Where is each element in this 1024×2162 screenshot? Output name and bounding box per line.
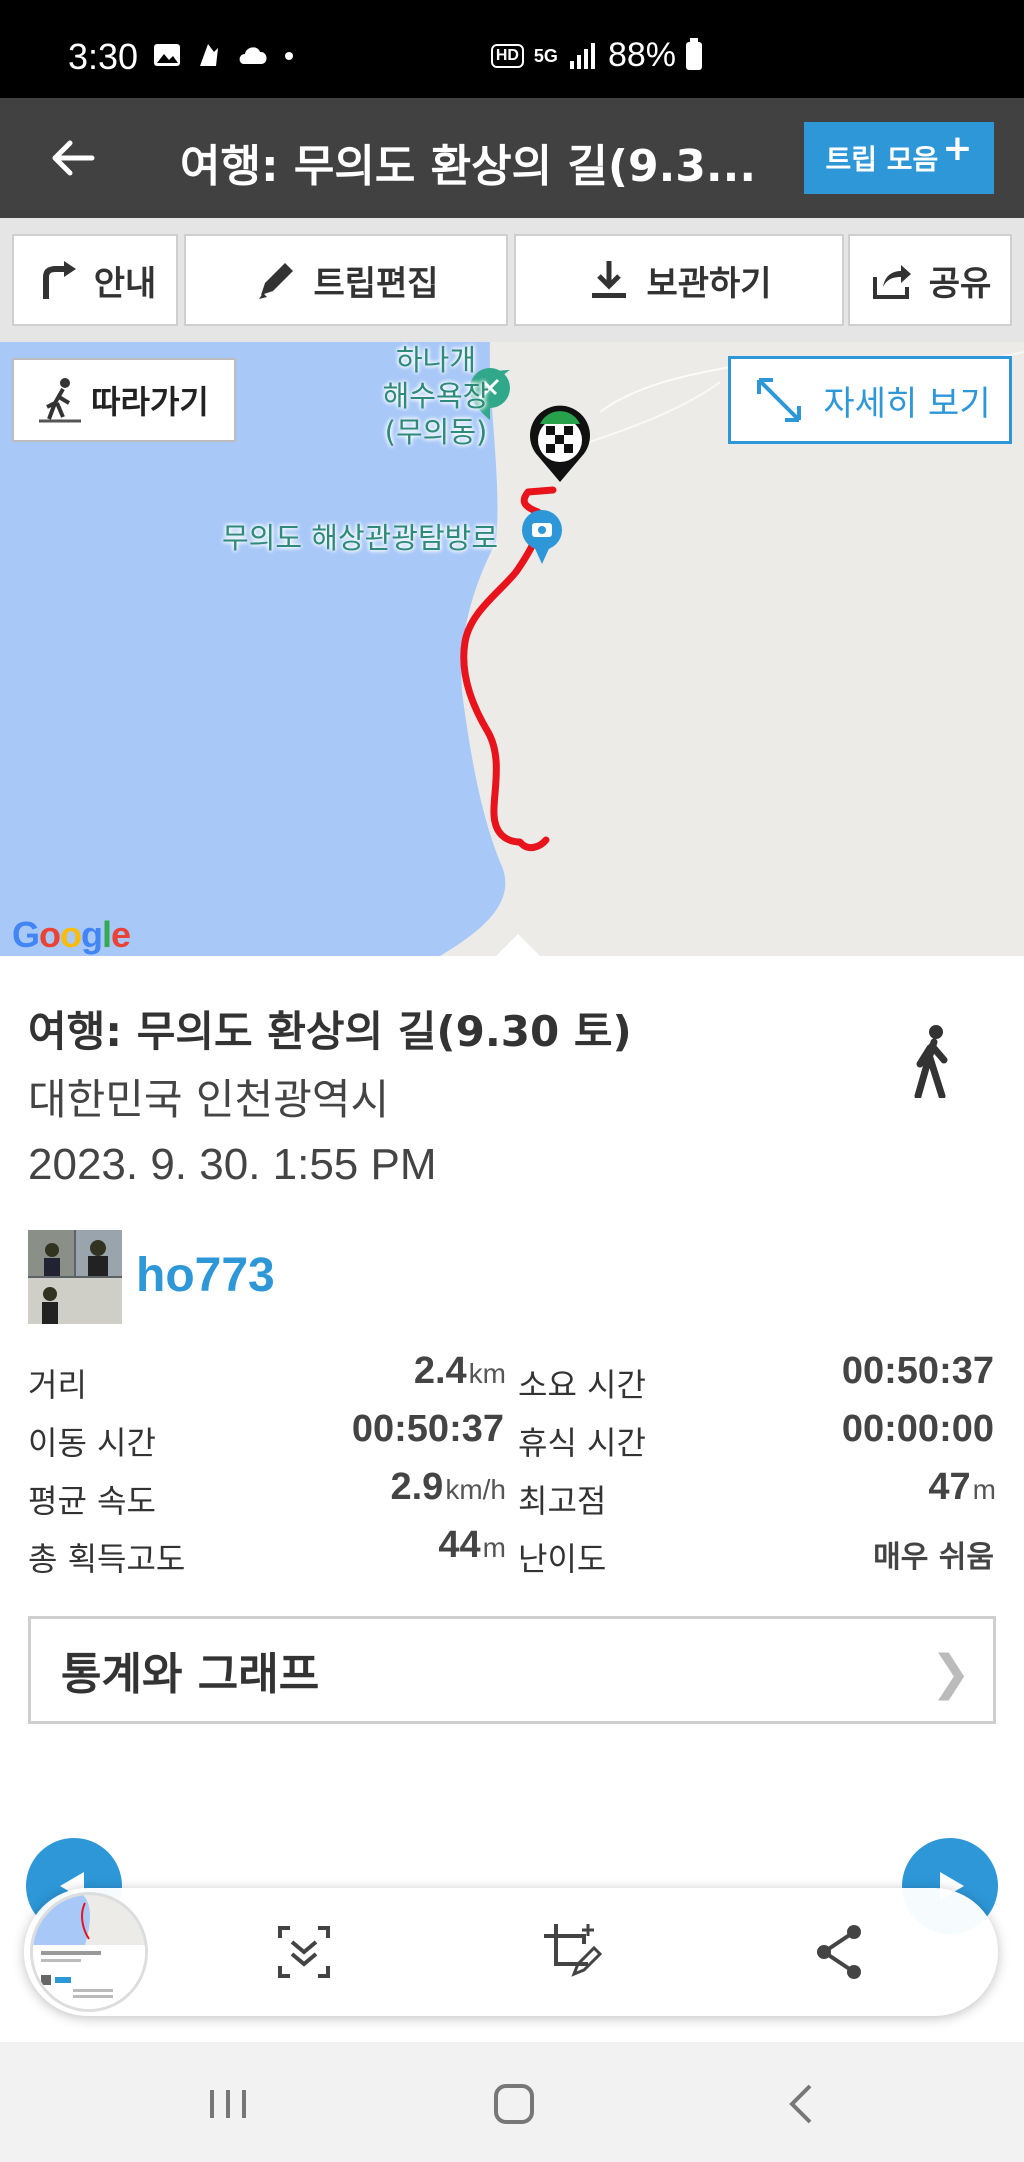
stat-label: 난이도 (518, 1540, 607, 1578)
guide-label: 안내 (93, 263, 157, 304)
save-label: 보관하기 (646, 263, 772, 304)
trip-title: 여행: 무의도 환상의 길(9.30 토) (28, 1007, 632, 1056)
stat-value: 00:50:37 (841, 1350, 994, 1392)
back-arrow-icon[interactable] (44, 130, 100, 186)
app-notification-icon (200, 44, 218, 66)
trail-label: 무의도 해상관광탐방로 (222, 521, 499, 555)
finish-flag-marker (530, 405, 591, 482)
stat-row: 총 획득고도 44m 난이도 매우 쉬움 (28, 1524, 996, 1582)
page-title: 여행: 무의도 환상의 길(9.3... (180, 141, 757, 192)
pencil-icon (259, 263, 294, 299)
status-time: 3:30 (68, 36, 139, 77)
beach-label: 하나개 해수욕장 (무의동) (382, 343, 490, 449)
turn-right-icon (42, 261, 76, 299)
network-type: 5G (533, 45, 558, 66)
username-link[interactable]: ho773 (136, 1248, 275, 1303)
map-pointer (496, 934, 540, 956)
stat-label: 휴식 시간 (518, 1424, 646, 1462)
gallery-icon (154, 44, 180, 66)
share-export-icon (872, 265, 911, 299)
stats-graph-label: 통계와 그래프 (61, 1649, 320, 1700)
trip-collection-button[interactable]: 트립 모음 + (804, 122, 994, 194)
view-detail-button[interactable]: 자세히 보기 (728, 356, 1012, 444)
signal-icon (569, 42, 595, 69)
stat-label: 이동 시간 (28, 1424, 156, 1462)
follow-label: 따라가기 (91, 383, 209, 421)
scroll-capture-icon[interactable] (272, 1920, 336, 1984)
stat-value: 44m (438, 1524, 506, 1566)
battery-icon (686, 37, 702, 70)
hd-voice-badge: HD (490, 43, 524, 68)
stat-row: 이동 시간 00:50:37 휴식 시간 00:00:00 (28, 1408, 996, 1466)
stat-value: 2.9km/h (390, 1466, 506, 1508)
share-label: 공유 (928, 263, 992, 304)
avatar[interactable] (28, 1230, 122, 1324)
stat-label: 거리 (28, 1366, 87, 1404)
stat-row: 거리 2.4km 소요 시간 00:50:37 (28, 1350, 996, 1408)
download-icon (592, 261, 627, 298)
trip-datetime: 2023. 9. 30. 1:55 PM (28, 1140, 437, 1189)
chevron-right-icon: ❯ (930, 1645, 971, 1701)
edit-trip-button[interactable]: 트립편집 (184, 234, 508, 326)
follow-button[interactable]: 따라가기 (12, 358, 236, 442)
plus-icon: + (942, 127, 973, 169)
app-header: 여행: 무의도 환상의 길(9.3... 트립 모음 + (0, 98, 1024, 218)
back-icon[interactable] (772, 2076, 832, 2132)
stat-label: 소요 시간 (518, 1366, 646, 1404)
stats-graph-button[interactable]: 통계와 그래프 ❯ (28, 1616, 996, 1724)
stat-value: 47m (928, 1466, 996, 1508)
avatar-photo-icon (28, 1230, 122, 1324)
crop-edit-icon[interactable] (540, 1920, 604, 1984)
walking-icon (914, 1025, 948, 1098)
trip-collection-label: 트립 모음 (825, 143, 939, 176)
route-map[interactable]: 하나개 해수욕장 (무의동) 무의도 해상관광탐방로 따라가기 자세히 보기 G… (0, 342, 1024, 956)
cloud-notification-icon (239, 47, 267, 64)
screenshot-thumbnail[interactable] (30, 1892, 148, 2012)
stat-value: 2.4km (413, 1350, 506, 1392)
google-logo: Google (12, 914, 131, 955)
edit-trip-label: 트립편집 (313, 263, 439, 304)
stat-value: 00:50:37 (351, 1408, 504, 1450)
guide-button[interactable]: 안내 (12, 234, 178, 326)
stat-value: 00:00:00 (841, 1408, 994, 1450)
status-bar: 3:30 HD 5G 88% (0, 0, 1024, 98)
stat-label: 총 획득고도 (28, 1540, 186, 1578)
stat-label: 평균 속도 (28, 1482, 156, 1520)
share-button[interactable]: 공유 (848, 234, 1012, 326)
more-notifications-icon (285, 52, 293, 60)
battery-percent: 88% (607, 36, 676, 74)
stat-value: 매우 쉬움 (873, 1540, 994, 1575)
trip-location: 대한민국 인천광역시 (28, 1075, 390, 1124)
stat-row: 평균 속도 2.9km/h 최고점 47m (28, 1466, 996, 1524)
system-indicators: HD 5G 88% (490, 36, 702, 75)
view-detail-label: 자세히 보기 (823, 383, 991, 424)
save-button[interactable]: 보관하기 (514, 234, 844, 326)
share-icon[interactable] (808, 1920, 872, 1984)
trip-stats: 거리 2.4km 소요 시간 00:50:37 이동 시간 00:50:37 휴… (28, 1350, 996, 1582)
hiker-icon (39, 378, 82, 423)
expand-icon (757, 378, 802, 422)
action-toolbar: 안내 트립편집 보관하기 공유 (0, 218, 1024, 342)
stat-label: 최고점 (518, 1482, 607, 1520)
home-icon[interactable] (484, 2076, 544, 2132)
system-navigation-bar (0, 2042, 1024, 2162)
notification-icons (152, 40, 296, 70)
recent-apps-icon[interactable] (198, 2076, 258, 2132)
